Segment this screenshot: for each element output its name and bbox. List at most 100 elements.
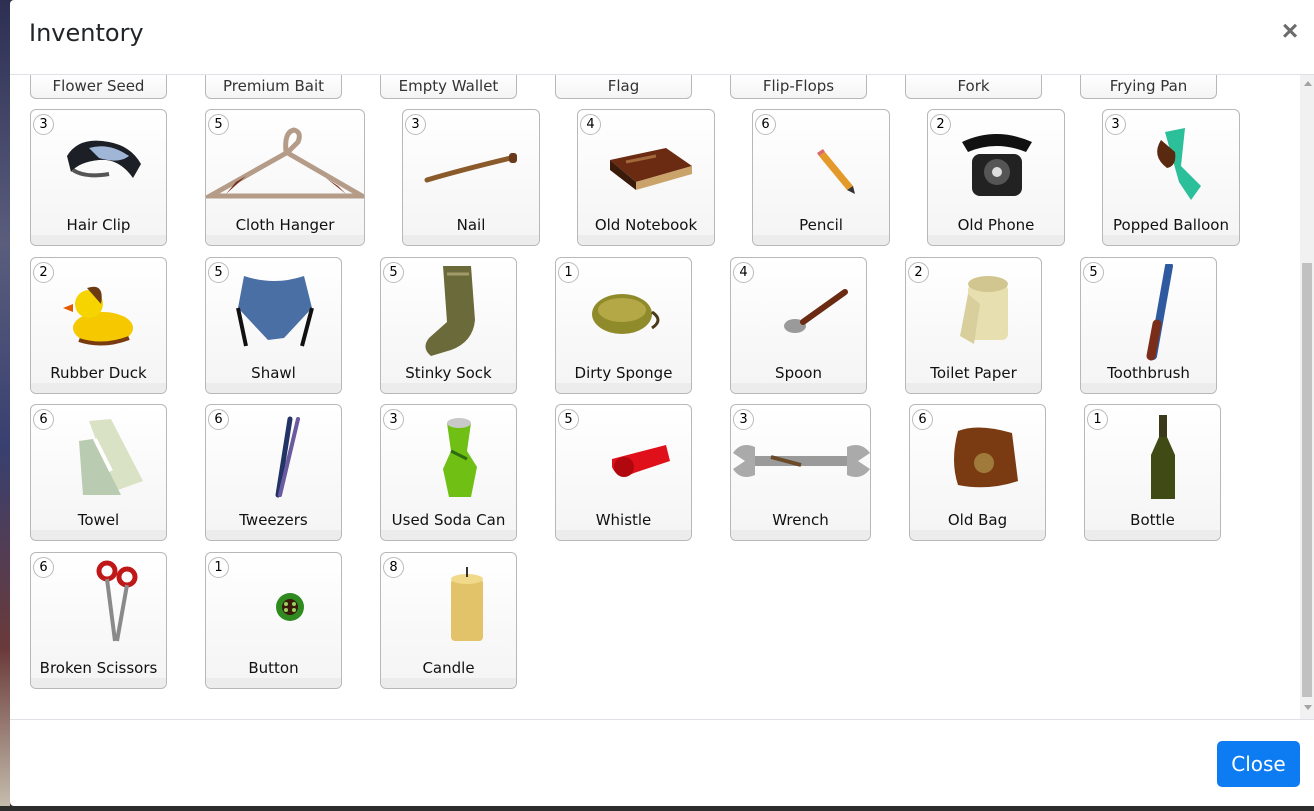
- item-label: Candle: [422, 659, 475, 677]
- modal-body[interactable]: Flower Seed Premium Bait Empty Wallet Fl…: [10, 75, 1314, 719]
- inventory-item-spoon[interactable]: 4 Spoon: [730, 257, 867, 394]
- item-label: Popped Balloon: [1113, 216, 1229, 234]
- inventory-item-button[interactable]: 1 Button: [205, 552, 342, 689]
- item-footer: [753, 235, 889, 245]
- inventory-item-stinky-sock[interactable]: 5 Stinky Sock: [380, 257, 517, 394]
- item-count-badge: 6: [33, 557, 54, 578]
- inventory-item-broken-scissors[interactable]: 6 Broken Scissors: [30, 552, 167, 689]
- inventory-item[interactable]: Empty Wallet: [380, 75, 517, 99]
- item-label: Wrench: [772, 511, 829, 529]
- item-label: Broken Scissors: [39, 659, 158, 677]
- inventory-item-towel[interactable]: 6 Towel: [30, 404, 167, 541]
- inventory-item-popped-balloon[interactable]: 3 Popped Balloon: [1102, 109, 1240, 246]
- item-count-badge: 5: [208, 114, 229, 135]
- inventory-item-bottle[interactable]: 1 Bottle: [1084, 404, 1221, 541]
- item-label: Pencil: [799, 216, 843, 234]
- close-button[interactable]: Close: [1217, 741, 1300, 787]
- inventory-item-nail[interactable]: 3 Nail: [402, 109, 540, 246]
- modal-footer: Close: [10, 719, 1314, 806]
- item-footer: [731, 383, 866, 393]
- item-label: Spoon: [775, 364, 822, 382]
- inventory-item-whistle[interactable]: 5 Whistle: [555, 404, 692, 541]
- inventory-item-shawl[interactable]: 5 Shawl: [205, 257, 342, 394]
- inventory-item-old-bag[interactable]: 6 Old Bag: [909, 404, 1046, 541]
- item-footer: [31, 530, 166, 540]
- item-count-badge: 1: [558, 262, 579, 283]
- item-label: Old Notebook: [594, 216, 698, 234]
- item-count-badge: 2: [930, 114, 951, 135]
- inventory-item-toilet-paper[interactable]: 2 Toilet Paper: [905, 257, 1042, 394]
- inventory-item-rubber-duck[interactable]: 2 Rubber Duck: [30, 257, 167, 394]
- item-count-badge: 3: [383, 409, 404, 430]
- item-count-badge: 5: [1083, 262, 1104, 283]
- item-footer: [381, 383, 516, 393]
- item-footer: [556, 530, 691, 540]
- item-footer: [906, 383, 1041, 393]
- item-footer: [206, 530, 341, 540]
- item-count-badge: 3: [405, 114, 426, 135]
- item-label: Cloth Hanger: [235, 216, 335, 234]
- item-label: Tweezers: [239, 511, 308, 529]
- item-footer: [1103, 235, 1239, 245]
- inventory-item-pencil[interactable]: 6 Pencil: [752, 109, 890, 246]
- inventory-item-old-notebook[interactable]: 4 Old Notebook: [577, 109, 715, 246]
- background-page: [0, 0, 10, 811]
- item-label: Bottle: [1130, 511, 1175, 529]
- inventory-item-wrench[interactable]: 3 Wrench: [730, 404, 871, 541]
- inventory-item-used-soda-can[interactable]: 3 Used Soda Can: [380, 404, 517, 541]
- item-count-badge: 3: [733, 409, 754, 430]
- item-label: Premium Bait: [222, 77, 325, 95]
- inventory-item[interactable]: Frying Pan: [1080, 75, 1217, 99]
- item-count-badge: 2: [33, 262, 54, 283]
- item-footer: [1085, 530, 1220, 540]
- item-label: Frying Pan: [1109, 77, 1188, 95]
- item-label: Button: [248, 659, 299, 677]
- item-count-badge: 5: [558, 409, 579, 430]
- scroll-up-arrow-icon[interactable]: [1304, 81, 1312, 86]
- inventory-item-tweezers[interactable]: 6 Tweezers: [205, 404, 342, 541]
- item-label: Old Phone: [957, 216, 1035, 234]
- item-footer: [731, 530, 870, 540]
- item-label: Nail: [456, 216, 486, 234]
- item-label: Rubber Duck: [50, 364, 147, 382]
- inventory-item-toothbrush[interactable]: 5 Toothbrush: [1080, 257, 1217, 394]
- inventory-item-candle[interactable]: 8 Candle: [380, 552, 517, 689]
- scroll-down-arrow-icon[interactable]: [1304, 705, 1312, 710]
- item-count-badge: 5: [208, 262, 229, 283]
- item-count-badge: 4: [733, 262, 754, 283]
- inventory-item-hair-clip[interactable]: 3 Hair Clip: [30, 109, 167, 246]
- item-count-badge: 6: [208, 409, 229, 430]
- item-label: Whistle: [595, 511, 652, 529]
- item-label: Dirty Sponge: [574, 364, 673, 382]
- item-label: Stinky Sock: [405, 364, 492, 382]
- inventory-item[interactable]: Premium Bait: [205, 75, 342, 99]
- close-icon[interactable]: ×: [1277, 16, 1303, 46]
- inventory-item-old-phone[interactable]: 2 Old Phone: [927, 109, 1065, 246]
- vertical-scrollbar[interactable]: [1300, 75, 1314, 719]
- item-label: Flower Seed: [52, 77, 145, 95]
- item-count-badge: 3: [33, 114, 54, 135]
- item-label: Flip-Flops: [762, 77, 835, 95]
- item-count-badge: 1: [1087, 409, 1108, 430]
- item-label: Old Bag: [947, 511, 1008, 529]
- inventory-item-dirty-sponge[interactable]: 1 Dirty Sponge: [555, 257, 692, 394]
- background-page-bottom: [0, 806, 1314, 811]
- item-label: Hair Clip: [66, 216, 131, 234]
- inventory-item[interactable]: Flip-Flops: [730, 75, 867, 99]
- item-label: Empty Wallet: [398, 77, 499, 95]
- item-label: Used Soda Can: [391, 511, 506, 529]
- inventory-item-cloth-hanger[interactable]: 5 Cloth Hanger: [205, 109, 365, 246]
- inventory-item[interactable]: Flower Seed: [30, 75, 167, 99]
- item-footer: [556, 383, 691, 393]
- item-footer: [31, 678, 166, 688]
- item-count-badge: 2: [908, 262, 929, 283]
- item-footer: [1081, 383, 1216, 393]
- item-label: Towel: [77, 511, 120, 529]
- inventory-item[interactable]: Fork: [905, 75, 1042, 99]
- item-footer: [910, 530, 1045, 540]
- inventory-item[interactable]: Flag: [555, 75, 692, 99]
- item-label: Shawl: [251, 364, 296, 382]
- modal-title: Inventory: [29, 19, 144, 47]
- scroll-thumb[interactable]: [1302, 263, 1312, 697]
- item-count-badge: 5: [383, 262, 404, 283]
